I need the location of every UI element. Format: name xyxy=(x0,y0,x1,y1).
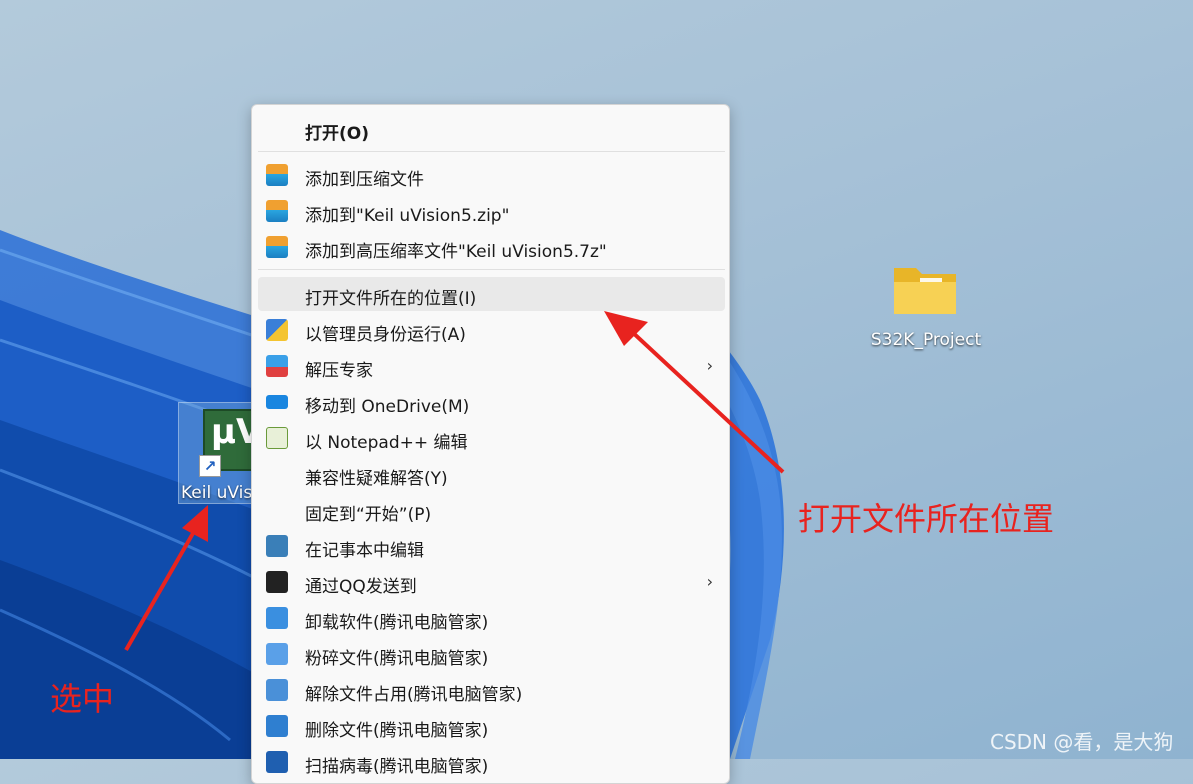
annotation-select: 选中 xyxy=(50,680,115,718)
menu-item-add-to-archive[interactable]: 添加到压缩文件 xyxy=(258,158,725,192)
menu-item-label: 通过QQ发送到 xyxy=(305,577,417,597)
menu-item-label: 添加到高压缩率文件"Keil uVision5.7z" xyxy=(305,242,607,262)
menu-item-open-file-location[interactable]: 打开文件所在的位置(I) xyxy=(258,277,725,311)
context-menu: 打开(O) 添加到压缩文件 添加到"Keil uVision5.zip" 添加到… xyxy=(251,104,730,784)
menu-item-label: 解压专家 xyxy=(305,361,373,381)
archive-icon xyxy=(266,200,288,222)
chevron-right-icon: › xyxy=(706,572,713,591)
menu-item-uzip[interactable]: 解压专家 › xyxy=(258,349,725,383)
uac-shield-icon xyxy=(266,319,288,341)
menu-item-delete-file[interactable]: 删除文件(腾讯电脑管家) xyxy=(258,709,725,743)
menu-item-shred-file[interactable]: 粉碎文件(腾讯电脑管家) xyxy=(258,637,725,671)
menu-item-label: 以 Notepad++ 编辑 xyxy=(305,433,468,453)
menu-item-unlock-file[interactable]: 解除文件占用(腾讯电脑管家) xyxy=(258,673,725,707)
menu-item-label: 扫描病毒(腾讯电脑管家) xyxy=(305,757,489,777)
menu-item-open[interactable]: 打开(O) xyxy=(258,112,725,146)
uzip-icon xyxy=(266,355,288,377)
trash-icon xyxy=(266,607,288,629)
menu-item-uninstall[interactable]: 卸载软件(腾讯电脑管家) xyxy=(258,601,725,635)
menu-item-move-to-onedrive[interactable]: 移动到 OneDrive(M) xyxy=(258,385,725,419)
menu-item-edit-notepad-plus-plus[interactable]: 以 Notepad++ 编辑 xyxy=(258,421,725,455)
menu-item-pin-to-start[interactable]: 固定到“开始”(P) xyxy=(258,493,725,527)
menu-item-label: 在记事本中编辑 xyxy=(305,541,424,561)
s32k-project-folder[interactable]: S32K_Project xyxy=(866,262,986,362)
menu-item-label: 解除文件占用(腾讯电脑管家) xyxy=(305,685,523,705)
folder-label: S32K_Project xyxy=(870,330,982,350)
notepad-icon xyxy=(266,535,288,557)
annotation-open-location: 打开文件所在位置 xyxy=(798,500,1055,538)
qq-penguin-icon xyxy=(266,571,288,593)
menu-item-label: 打开(O) xyxy=(305,124,369,144)
menu-separator xyxy=(258,151,725,152)
shredder-icon xyxy=(266,643,288,665)
menu-item-label: 打开文件所在的位置(I) xyxy=(305,289,477,309)
menu-item-add-to-zip[interactable]: 添加到"Keil uVision5.zip" xyxy=(258,194,725,228)
menu-item-send-via-qq[interactable]: 通过QQ发送到 › xyxy=(258,565,725,599)
chevron-right-icon: › xyxy=(706,356,713,375)
menu-item-label: 添加到压缩文件 xyxy=(305,170,424,190)
menu-item-scan-virus[interactable]: 扫描病毒(腾讯电脑管家) xyxy=(258,745,725,779)
shortcut-label: Keil uVis xyxy=(181,483,253,503)
shortcut-arrow-icon: ↗ xyxy=(199,455,221,477)
archive-icon xyxy=(266,236,288,258)
notepad-plus-plus-icon xyxy=(266,427,288,449)
folder-icon xyxy=(894,268,956,314)
menu-item-label: 添加到"Keil uVision5.zip" xyxy=(305,206,510,226)
menu-item-label: 固定到“开始”(P) xyxy=(305,505,432,525)
onedrive-cloud-icon xyxy=(266,395,288,409)
menu-item-edit-in-notepad[interactable]: 在记事本中编辑 xyxy=(258,529,725,563)
menu-separator xyxy=(258,269,725,270)
csdn-watermark: CSDN @看，是大狗 xyxy=(990,730,1174,754)
menu-item-label: 卸载软件(腾讯电脑管家) xyxy=(305,613,489,633)
delete-icon xyxy=(266,715,288,737)
menu-item-label: 以管理员身份运行(A) xyxy=(305,325,466,345)
menu-item-label: 移动到 OneDrive(M) xyxy=(305,397,470,417)
menu-item-run-as-admin[interactable]: 以管理员身份运行(A) xyxy=(258,313,725,347)
menu-item-label: 兼容性疑难解答(Y) xyxy=(305,469,448,489)
menu-item-add-to-7z[interactable]: 添加到高压缩率文件"Keil uVision5.7z" xyxy=(258,230,725,264)
menu-item-label: 删除文件(腾讯电脑管家) xyxy=(305,721,489,741)
archive-icon xyxy=(266,164,288,186)
unlock-icon xyxy=(266,679,288,701)
scan-icon xyxy=(266,751,288,773)
menu-item-label: 粉碎文件(腾讯电脑管家) xyxy=(305,649,489,669)
keil-uvision-shortcut[interactable]: μV ↗ Keil uVis xyxy=(178,402,262,504)
menu-item-compatibility[interactable]: 兼容性疑难解答(Y) xyxy=(258,457,725,491)
